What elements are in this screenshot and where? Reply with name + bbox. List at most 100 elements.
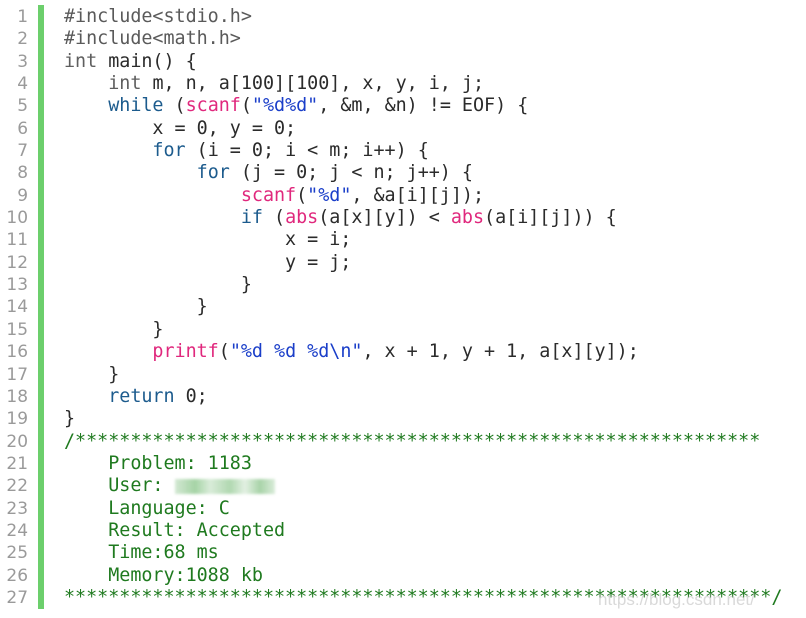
token-cm: Memory:1088 kb [64,564,263,586]
line-number: 20 [6,431,28,452]
code-line: 22 User: [0,475,806,497]
code-line: 15 } [0,319,806,341]
line-number: 7 [17,141,28,162]
token-kw: return [108,385,175,407]
token-text: , &a[i][j]); [351,184,485,206]
code-line: 2 #include<math.h> [0,28,806,50]
line-code: int main() { [64,51,197,73]
token-text: x = 0, y = 0; [64,117,297,139]
token-text: 0; [174,385,208,407]
token-text: } [64,274,252,296]
redacted-username [174,478,275,494]
code-line: 11 x = i; [0,229,806,251]
line-code: Memory:1088 kb [64,565,263,587]
line-number: 16 [6,342,28,363]
token-type: int [64,50,98,72]
line-number: 10 [6,208,28,229]
line-number: 3 [17,51,28,72]
token-kw: for [152,140,186,162]
code-editor[interactable]: 1 #include<stdio.h> 2 #include<math.h> 3 int … [0,6,806,609]
code-line: 5 while (scanf("%d%d", &m, &n) != EOF) { [0,95,806,117]
code-line: 17 } [0,364,806,386]
code-line: 10 if (abs(a[x][y]) < abs(a[i][j])) { [0,207,806,229]
token-text: (j = 0; j < n; j++) { [229,162,473,184]
line-code: #include<math.h> [64,28,241,50]
token-cm: Time:68 ms [64,542,219,564]
line-number: 21 [6,453,28,474]
line-code: return 0; [64,386,208,408]
token-fn: scanf [185,95,241,117]
line-code: Language: C [64,498,230,520]
line-number: 25 [6,543,28,564]
line-number: 19 [6,409,28,430]
code-line: 24 Result: Accepted [0,520,806,542]
line-number: 26 [6,565,28,586]
token-text: , &m, &n) != EOF) { [318,95,529,117]
code-line: 9 scanf("%d", &a[i][j]); [0,185,806,207]
token-text: } [64,363,120,385]
code-line: 18 return 0; [0,386,806,408]
code-line: 8 for (j = 0; j < n; j++) { [0,162,806,184]
line-code: scanf("%d", &a[i][j]); [64,185,484,207]
code-line: 14 } [0,296,806,318]
token-cm: Result: Accepted [64,519,286,541]
token-pp: #include<math.h> [64,28,241,50]
line-code: for (i = 0; i < m; i++) { [64,140,428,162]
line-code: } [64,364,119,386]
line-number: 14 [6,297,28,318]
line-number: 1 [17,7,28,27]
code-line: 3 int main() { [0,51,806,73]
code-line: 21 Problem: 1183 [0,453,806,475]
token-text: ( [296,184,308,206]
token-text: x = i; [64,229,352,251]
line-number: 27 [6,587,28,608]
token-fn: abs [285,207,319,229]
code-line: 19} [0,408,806,430]
line-code: y = j; [64,252,351,274]
line-code: } [64,274,252,296]
token-text: (a[x][y]) < [318,207,451,229]
token-pp: #include<stdio.h> [64,6,252,27]
code-line: 25 Time:68 ms [0,542,806,564]
token-cm: Language: C [64,497,230,519]
code-line: 13 } [0,274,806,296]
code-line: 16 printf("%d %d %d\n", x + 1, y + 1, a[… [0,341,806,363]
token-text: ( [163,95,186,117]
token-text: ( [240,95,252,117]
token-cm: User: [64,475,175,497]
line-code: User: [64,475,275,497]
token-str: "%d %d %d\n" [229,341,363,363]
code-line: 1 #include<stdio.h> [0,6,806,28]
code-line: 20 /*************************************… [0,431,806,453]
token-str: "%d%d" [251,95,319,117]
token-type: int [108,73,142,95]
watermark: https://blog.csdn.net/ [598,590,755,609]
line-code: printf("%d %d %d\n", x + 1, y + 1, a[x][… [64,341,639,363]
token-text: ( [218,341,230,363]
token-kw: for [196,162,230,184]
code-line: 23 Language: C [0,498,806,520]
line-number: 8 [17,163,28,184]
code-line: 7 for (i = 0; i < m; i++) { [0,140,806,162]
line-number: 9 [17,185,28,206]
line-number: 23 [6,498,28,519]
line-number: 4 [17,74,28,95]
token-text: } [64,296,208,318]
line-number: 11 [6,230,28,251]
token-fn: abs [450,207,485,229]
code-line: 4 int m, n, a[100][100], x, y, i, j; [0,73,806,95]
line-number: 15 [6,319,28,340]
line-number: 22 [6,476,28,497]
code-line: 26 Memory:1088 kb [0,565,806,587]
code-line: 12 y = j; [0,252,806,274]
line-code: x = 0, y = 0; [64,118,296,140]
token-kw: if [240,207,263,229]
token-text: , x + 1, y + 1, a[x][y]); [362,341,639,363]
line-code: } [64,408,75,430]
